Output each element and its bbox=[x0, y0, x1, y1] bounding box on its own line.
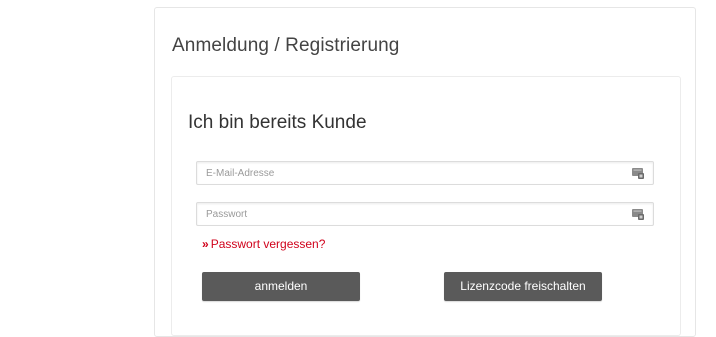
existing-customer-card: Ich bin bereits Kunde »Passwort vergesse… bbox=[171, 76, 681, 336]
unlock-license-button[interactable]: Lizenzcode freischalten bbox=[444, 272, 602, 301]
forgot-password-link[interactable]: » Passwort vergessen? bbox=[202, 237, 325, 251]
login-button[interactable]: anmelden bbox=[202, 272, 360, 301]
password-field[interactable] bbox=[196, 202, 654, 226]
page-title: Anmeldung / Registrierung bbox=[172, 35, 400, 56]
password-input[interactable] bbox=[197, 203, 636, 225]
chevron-right-icon: » bbox=[202, 237, 209, 251]
password-manager-icon[interactable] bbox=[632, 208, 644, 220]
email-field[interactable] bbox=[196, 161, 654, 185]
password-manager-icon[interactable] bbox=[632, 167, 644, 179]
forgot-password-label: Passwort vergessen? bbox=[210, 237, 326, 251]
login-register-panel: Anmeldung / Registrierung Ich bin bereit… bbox=[154, 7, 696, 337]
card-heading: Ich bin bereits Kunde bbox=[188, 112, 367, 133]
email-input[interactable] bbox=[197, 162, 636, 184]
